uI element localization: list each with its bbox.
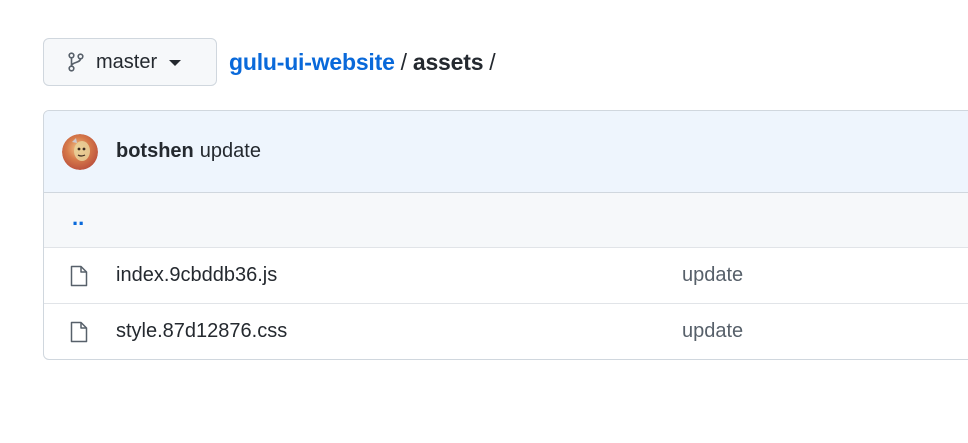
avatar[interactable] — [62, 133, 98, 170]
file-listing: botshen update .. index.9cbddb36.js upda… — [43, 110, 968, 360]
repo-header: master gulu-ui-website / assets / — [43, 38, 502, 86]
branch-select-button[interactable]: master — [43, 38, 217, 86]
breadcrumb-current-dir: assets — [412, 48, 484, 75]
file-icon — [70, 265, 88, 292]
file-name-link[interactable]: index.9cbddb36.js — [116, 264, 277, 287]
file-row[interactable]: index.9cbddb36.js update — [44, 248, 968, 304]
commit-message[interactable]: update — [200, 140, 261, 163]
branch-label: master — [96, 50, 158, 73]
caret-down-icon — [169, 60, 182, 66]
breadcrumb-trailing-separator: / — [489, 48, 496, 75]
file-row[interactable]: style.87d12876.css update — [44, 304, 968, 359]
file-icon — [70, 321, 88, 348]
file-commit-message[interactable]: update — [682, 320, 743, 343]
git-branch-icon — [68, 52, 84, 72]
latest-commit-bar: botshen update — [44, 111, 968, 193]
breadcrumb-repo-link[interactable]: gulu-ui-website — [229, 49, 395, 76]
commit-author[interactable]: botshen — [116, 140, 194, 163]
breadcrumb: gulu-ui-website / assets / — [229, 49, 502, 76]
breadcrumb-separator: / — [400, 48, 407, 75]
file-name-link[interactable]: style.87d12876.css — [116, 320, 287, 343]
parent-directory-link[interactable]: .. — [72, 207, 84, 229]
file-commit-message[interactable]: update — [682, 264, 743, 287]
parent-directory-row[interactable]: .. — [44, 193, 968, 248]
